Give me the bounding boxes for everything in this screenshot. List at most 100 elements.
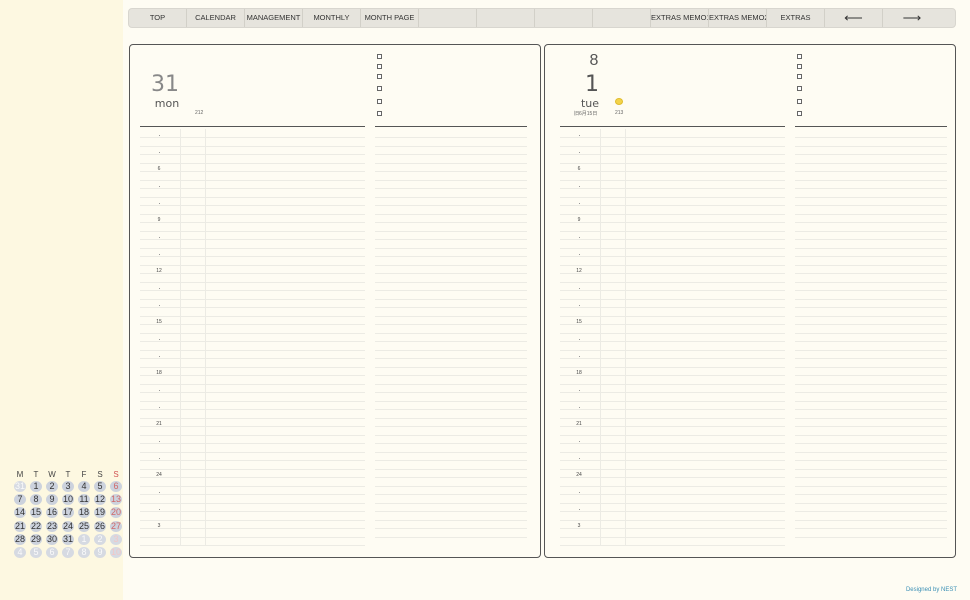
checkbox[interactable] — [797, 64, 802, 69]
calendar-day[interactable]: 20 — [108, 506, 124, 519]
calendar-day[interactable]: 17 — [60, 506, 76, 519]
calendar-day[interactable]: 26 — [92, 520, 108, 533]
todo-line — [375, 196, 527, 198]
calendar-day[interactable]: 7 — [12, 493, 28, 506]
checkbox[interactable] — [377, 74, 382, 79]
mini-calendar: MTWTFSS 31 1 2 3 4 5 6 7 8 9 10 11 12 13 14 15 16 17 18 19 2… — [12, 469, 124, 559]
calendar-day[interactable]: 6 — [108, 480, 124, 493]
calendar-day[interactable]: 8 — [28, 493, 44, 506]
calendar-day[interactable]: 27 — [108, 520, 124, 533]
todo-line — [795, 468, 947, 470]
nav-item-1[interactable]: CALENDAR — [187, 9, 245, 27]
schedule-line — [140, 485, 365, 487]
checkbox[interactable] — [377, 86, 382, 91]
checkbox[interactable] — [797, 99, 802, 104]
calendar-day[interactable]: 5 — [92, 480, 108, 493]
calendar-day[interactable]: 10 — [60, 493, 76, 506]
schedule-line — [140, 239, 365, 241]
calendar-day[interactable]: 2 — [92, 533, 108, 546]
todo-line — [795, 188, 947, 190]
calendar-day[interactable]: 18 — [76, 506, 92, 519]
hourly-schedule[interactable]: 6 9 12 15 18 21 24 3 — [560, 129, 785, 546]
checkbox[interactable] — [377, 54, 382, 59]
schedule-line — [560, 230, 785, 232]
nav-item-11[interactable]: EXTRAS — [767, 9, 825, 27]
todo-line — [375, 443, 527, 445]
todo-line — [375, 528, 527, 530]
calendar-day-label: 5 — [97, 481, 103, 491]
hour-tick — [159, 202, 160, 204]
calendar-day[interactable]: 7 — [60, 546, 76, 559]
nav-item-3[interactable]: MONTHLY — [303, 9, 361, 27]
checkbox[interactable] — [797, 86, 802, 91]
prev-arrow-icon[interactable]: ⟵ — [825, 9, 883, 27]
todo-lines[interactable] — [375, 129, 527, 545]
calendar-day[interactable]: 31 — [12, 480, 28, 493]
calendar-day[interactable]: 12 — [92, 493, 108, 506]
calendar-day[interactable]: 16 — [44, 506, 60, 519]
calendar-day[interactable]: 9 — [44, 493, 60, 506]
calendar-day[interactable]: 24 — [60, 520, 76, 533]
nav-item-10[interactable]: EXTRAS MEMO2 — [709, 9, 767, 27]
todo-line — [375, 358, 527, 360]
calendar-day[interactable]: 14 — [12, 506, 28, 519]
schedule-line — [560, 205, 785, 207]
calendar-day-label: 11 — [79, 494, 89, 505]
calendar-day[interactable]: 5 — [28, 546, 44, 559]
calendar-day[interactable]: 3 — [108, 533, 124, 546]
checkbox[interactable] — [377, 64, 382, 69]
calendar-day[interactable]: 3 — [60, 480, 76, 493]
todo-line — [375, 400, 527, 402]
nav-item-9[interactable]: EXTRAS MEMO1 — [651, 9, 709, 27]
calendar-day[interactable]: 19 — [92, 506, 108, 519]
calendar-day[interactable]: 4 — [76, 480, 92, 493]
checkbox[interactable] — [797, 111, 802, 116]
todo-line — [795, 426, 947, 428]
nav-item-2[interactable]: MANAGEMENT — [245, 9, 303, 27]
calendar-day[interactable]: 23 — [44, 520, 60, 533]
nav-item-empty[interactable] — [535, 9, 593, 27]
hourly-schedule[interactable]: 6 9 12 15 18 21 24 3 — [140, 129, 365, 546]
checkbox[interactable] — [797, 54, 802, 59]
calendar-day-label: 28 — [14, 533, 25, 544]
calendar-day[interactable]: 6 — [44, 546, 60, 559]
nav-item-empty[interactable] — [419, 9, 477, 27]
hour-tick — [579, 202, 580, 204]
calendar-day[interactable]: 1 — [76, 533, 92, 546]
calendar-day[interactable]: 9 — [92, 546, 108, 559]
calendar-day[interactable]: 22 — [28, 520, 44, 533]
todo-lines[interactable] — [795, 129, 947, 545]
calendar-day[interactable]: 29 — [28, 533, 44, 546]
nav-item-empty[interactable] — [593, 9, 651, 27]
nav-item-4[interactable]: MONTH PAGE — [361, 9, 419, 27]
checkbox[interactable] — [377, 111, 382, 116]
next-arrow-icon[interactable]: ⟶ — [883, 9, 941, 27]
calendar-day[interactable]: 10 — [108, 546, 124, 559]
schedule-line — [140, 256, 365, 258]
schedule-line — [560, 502, 785, 504]
calendar-day[interactable]: 2 — [44, 480, 60, 493]
calendar-day[interactable]: 30 — [44, 533, 60, 546]
calendar-day-label: 6 — [113, 481, 119, 491]
calendar-day[interactable]: 8 — [76, 546, 92, 559]
todo-line — [375, 434, 527, 436]
calendar-day[interactable]: 21 — [12, 520, 28, 533]
calendar-day[interactable]: 4 — [12, 546, 28, 559]
mini-calendar-weekdays: MTWTFSS — [12, 469, 124, 480]
checkbox[interactable] — [377, 99, 382, 104]
calendar-day[interactable]: 15 — [28, 506, 44, 519]
calendar-day[interactable]: 1 — [28, 480, 44, 493]
calendar-day[interactable]: 31 — [60, 533, 76, 546]
calendar-day-label: 26 — [94, 520, 105, 531]
calendar-day-label: 31 — [62, 533, 73, 544]
checkbox[interactable] — [797, 74, 802, 79]
calendar-day[interactable]: 28 — [12, 533, 28, 546]
nav-item-0[interactable]: TOP — [129, 9, 187, 27]
todo-line — [795, 290, 947, 292]
nav-item-empty[interactable] — [477, 9, 535, 27]
todo-line — [375, 298, 527, 300]
calendar-day[interactable]: 13 — [108, 493, 124, 506]
hour-tick — [579, 338, 580, 340]
calendar-day[interactable]: 25 — [76, 520, 92, 533]
calendar-day[interactable]: 11 — [76, 493, 92, 506]
